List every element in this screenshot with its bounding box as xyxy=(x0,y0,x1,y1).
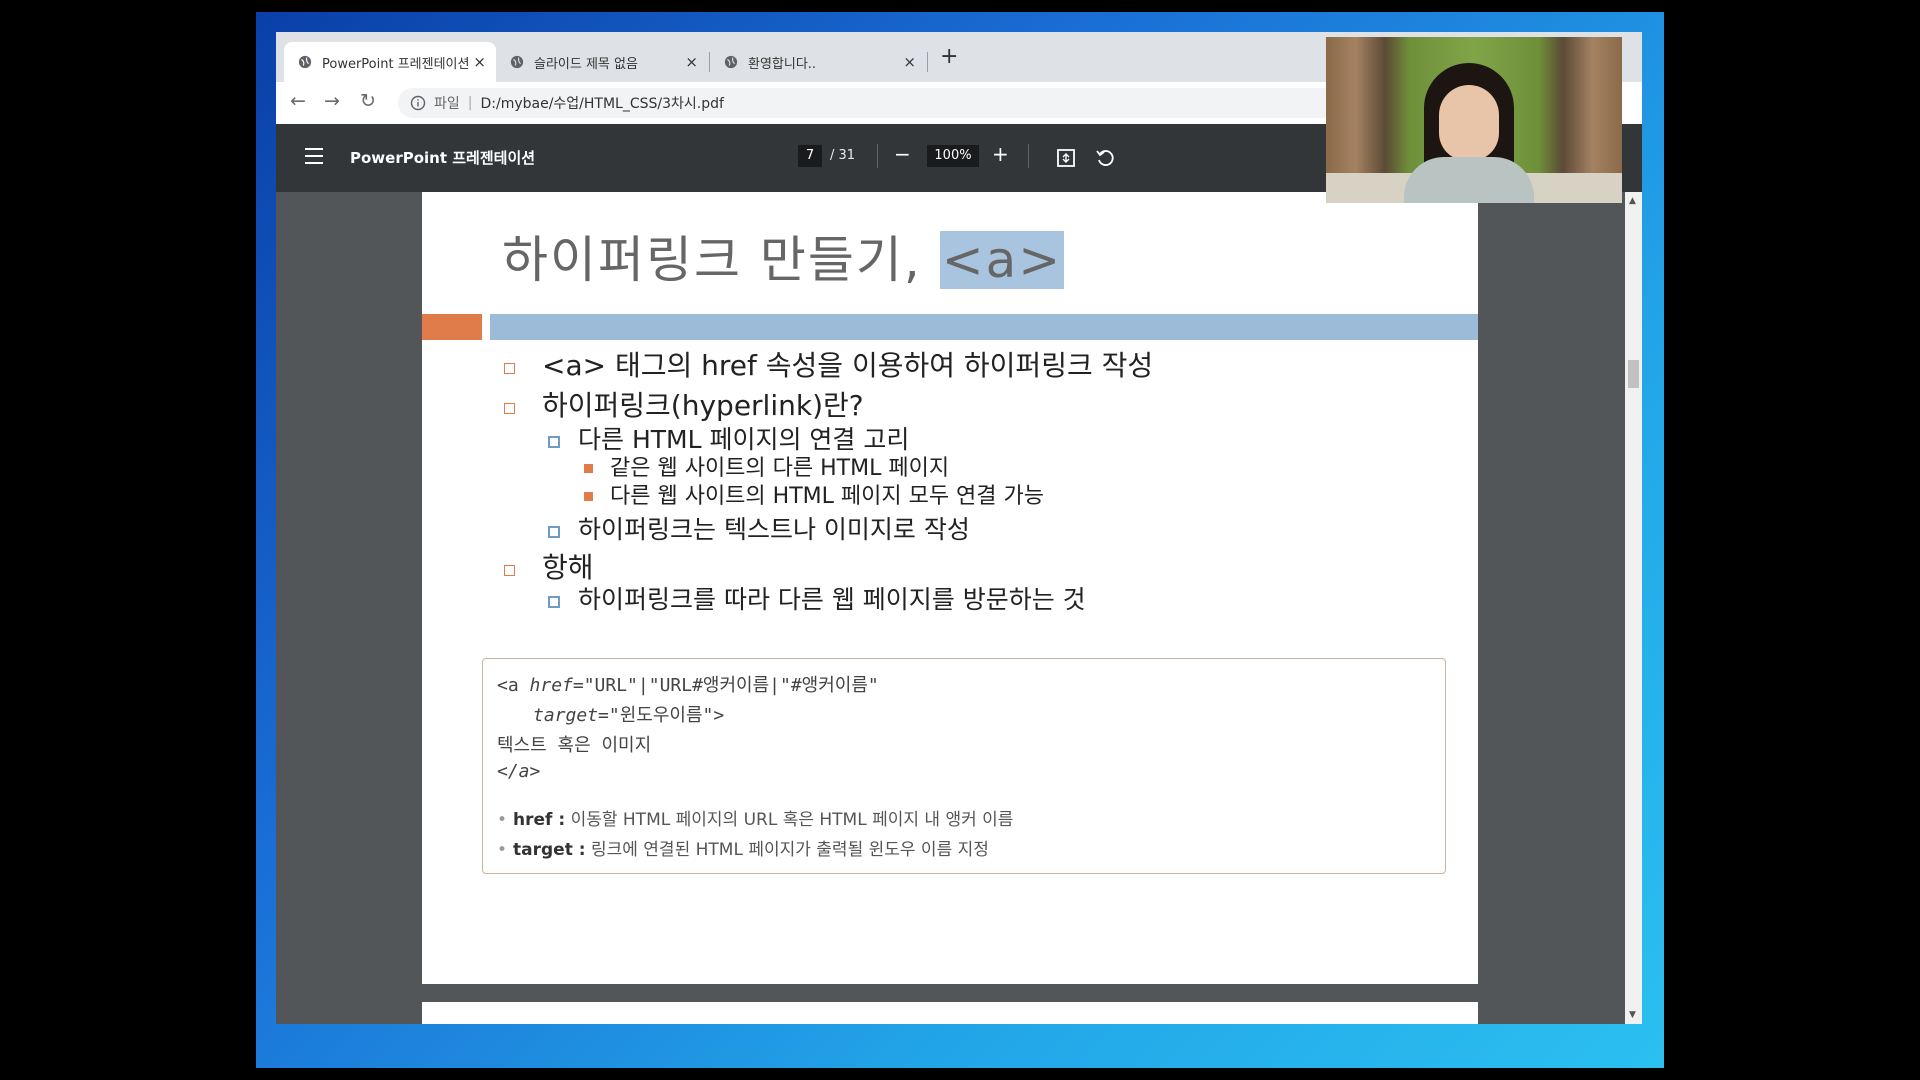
forward-arrow-icon[interactable]: → xyxy=(324,90,340,112)
scroll-down-icon[interactable]: ▼ xyxy=(1629,1010,1636,1020)
bullet-marker xyxy=(584,464,593,473)
code-target-value: ="윈도우이름"> xyxy=(598,705,725,726)
back-arrow-icon[interactable]: ← xyxy=(290,90,306,112)
zoom-out-button[interactable]: − xyxy=(894,142,911,166)
code-line-1: <a href="URL"|"URL#앵커이름|"#앵커이름" xyxy=(497,671,879,697)
slide-title: 하이퍼링크 만들기, <a> xyxy=(502,220,1065,292)
globe-icon xyxy=(298,55,312,69)
bullet-marker xyxy=(548,596,560,608)
reload-icon[interactable]: ↻ xyxy=(360,90,376,112)
toolbar-separator xyxy=(877,144,878,168)
globe-icon xyxy=(724,55,738,69)
bullet-l2: 하이퍼링크는 텍스트나 이미지로 작성 xyxy=(578,515,970,544)
tab-welcome[interactable]: 환영합니다.. × xyxy=(710,42,926,82)
desc-text: 링크에 연결된 HTML 페이지가 출력될 윈도우 이름 지정 xyxy=(585,840,989,860)
code-line-2: target="윈도우이름"> xyxy=(533,701,724,727)
desc-target: • target : 링크에 연결된 HTML 페이지가 출력될 윈도우 이름 지… xyxy=(497,835,989,860)
code-line-4: </a> xyxy=(497,761,541,782)
tab-separator xyxy=(927,52,928,72)
info-icon[interactable] xyxy=(410,95,426,111)
presenter-body xyxy=(1404,157,1534,203)
document-title: PowerPoint 프레젠테이션 xyxy=(350,149,536,167)
zoom-level-input[interactable]: 100% xyxy=(927,145,979,167)
globe-icon xyxy=(510,55,524,69)
bullet-l1: 하이퍼링크(hyperlink)란? xyxy=(542,389,864,422)
page-number-input[interactable]: 7 xyxy=(798,145,822,167)
tab-title: 환영합니다.. xyxy=(748,56,817,72)
code-tag-open: <a xyxy=(497,675,530,696)
bullet-l1: <a> 태그의 href 속성을 이용하여 하이퍼링크 작성 xyxy=(542,349,1154,382)
tab-powerpoint[interactable]: PowerPoint 프레젠테이션 × xyxy=(284,42,496,82)
code-href-value: ="URL"|"URL#앵커이름|"#앵커이름" xyxy=(572,675,879,696)
desc-dot: • xyxy=(497,810,508,830)
bullet-l2: 하이퍼링크를 따라 다른 웹 페이지를 방문하는 것 xyxy=(578,585,1086,614)
bullet-marker xyxy=(548,436,560,448)
scheme-label: 파일 xyxy=(434,96,460,112)
desc-href: • href : 이동할 HTML 페이지의 URL 혹은 HTML 페이지 내 … xyxy=(497,805,1013,830)
new-tab-button[interactable]: + xyxy=(940,44,958,69)
bullet-marker xyxy=(504,403,515,414)
slide-title-text: 하이퍼링크 만들기, xyxy=(502,231,940,289)
webcam-overlay xyxy=(1326,37,1622,203)
tab-title: PowerPoint 프레젠테이션 xyxy=(322,56,470,72)
close-tab-icon[interactable]: × xyxy=(473,53,486,71)
menu-icon[interactable] xyxy=(305,148,323,164)
tab-title: 슬라이드 제목 없음 xyxy=(534,56,638,72)
address-separator: | xyxy=(467,95,473,111)
desc-key: href : xyxy=(513,810,566,830)
title-band-orange xyxy=(422,314,482,340)
code-attr-target: target xyxy=(533,705,599,726)
scrollbar[interactable]: ▲ ▼ xyxy=(1625,192,1642,1024)
rotate-icon[interactable] xyxy=(1095,148,1115,168)
next-slide-page xyxy=(422,1002,1478,1024)
slide-title-tag: <a> xyxy=(939,231,1065,289)
zoom-in-button[interactable]: + xyxy=(992,142,1009,166)
title-band-blue xyxy=(490,314,1478,340)
bullet-marker xyxy=(548,526,560,538)
close-tab-icon[interactable]: × xyxy=(685,53,698,71)
tab-untitled-slide[interactable]: 슬라이드 제목 없음 × xyxy=(496,42,708,82)
scrollbar-thumb[interactable] xyxy=(1628,360,1639,388)
code-attr-href: href xyxy=(529,675,573,696)
bullet-l3: 다른 웹 사이트의 HTML 페이지 모두 연결 가능 xyxy=(610,484,1045,509)
page-total: / 31 xyxy=(830,148,856,163)
presenter-face xyxy=(1439,85,1499,161)
bullet-marker xyxy=(504,363,515,374)
scroll-up-icon[interactable]: ▲ xyxy=(1629,196,1636,206)
bullet-marker xyxy=(504,565,515,576)
desc-dot: • xyxy=(497,840,508,860)
desc-text: 이동할 HTML 페이지의 URL 혹은 HTML 페이지 내 앵커 이름 xyxy=(565,810,1014,830)
toolbar-separator xyxy=(1028,144,1029,168)
desc-key: target : xyxy=(513,840,586,860)
fit-page-icon[interactable] xyxy=(1056,148,1076,168)
close-tab-icon[interactable]: × xyxy=(903,53,916,71)
pdf-viewer[interactable]: 하이퍼링크 만들기, <a> <a> 태그의 href 속성을 이용하여 하이퍼… xyxy=(276,192,1642,1024)
bullet-marker xyxy=(584,492,593,501)
slide-page: 하이퍼링크 만들기, <a> <a> 태그의 href 속성을 이용하여 하이퍼… xyxy=(422,192,1478,984)
code-line-3: 텍스트 혹은 이미지 xyxy=(497,735,652,756)
syntax-box: <a href="URL"|"URL#앵커이름|"#앵커이름" target="… xyxy=(482,658,1446,874)
address-path: D:/mybae/수업/HTML_CSS/3차시.pdf xyxy=(480,96,724,112)
